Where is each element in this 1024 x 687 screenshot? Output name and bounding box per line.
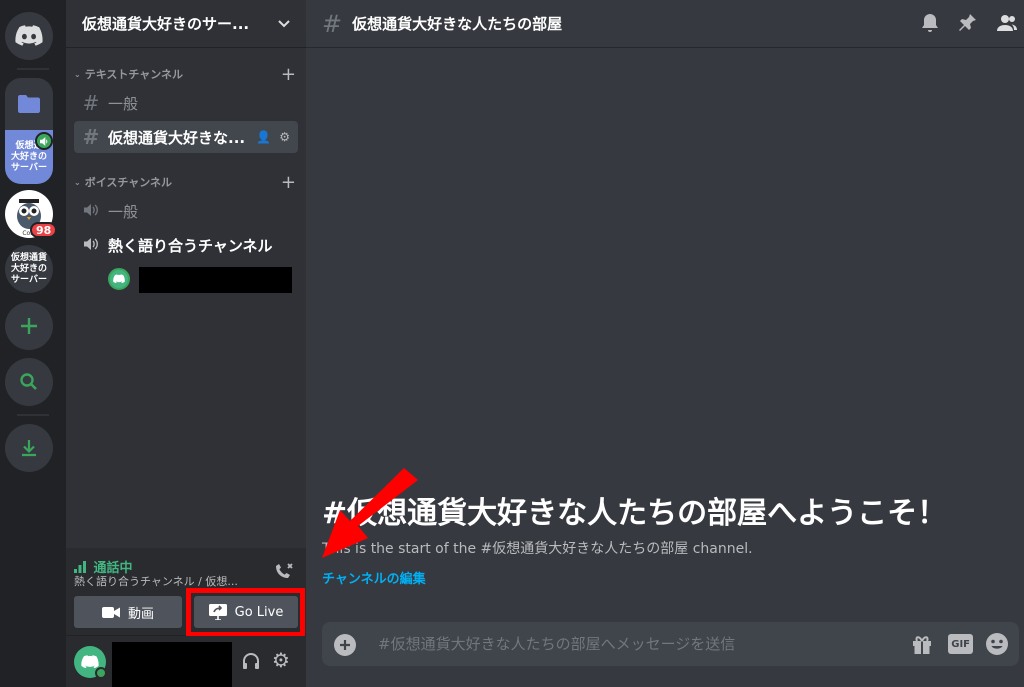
message-composer: GIF bbox=[322, 622, 1019, 666]
chevron-down-icon: ⌄ bbox=[74, 69, 81, 79]
channel-label: 一般 bbox=[108, 94, 139, 113]
server-label-line: サーバー bbox=[11, 162, 47, 173]
highlight-box bbox=[186, 588, 305, 637]
disconnect-button[interactable] bbox=[274, 562, 294, 584]
video-button-label: 動画 bbox=[127, 606, 154, 622]
create-channel-icon[interactable]: + bbox=[281, 172, 296, 193]
avatar bbox=[108, 268, 130, 290]
video-button[interactable]: 動画 bbox=[74, 596, 182, 628]
create-channel-icon[interactable]: + bbox=[281, 64, 296, 85]
hash-icon: # bbox=[82, 91, 100, 115]
server-label-line: サーバー bbox=[11, 274, 47, 285]
speaker-icon bbox=[82, 233, 100, 257]
server-label-line: 大好きの bbox=[10, 263, 47, 274]
red-arrow-annotation bbox=[322, 468, 418, 558]
download-apps-button[interactable] bbox=[5, 424, 53, 472]
call-channel-label[interactable]: 熱く語り合うチャンネル / 仮想... bbox=[74, 573, 264, 589]
channel-label: 仮想通貨大好きな... bbox=[108, 128, 246, 147]
rail-separator bbox=[17, 68, 49, 70]
user-panel: ⚙ bbox=[66, 636, 306, 687]
member-list-icon[interactable] bbox=[996, 12, 1018, 34]
emoji-button[interactable] bbox=[985, 632, 1009, 660]
channel-voice-general[interactable]: 一般 bbox=[74, 195, 298, 227]
pin-icon[interactable] bbox=[958, 12, 978, 34]
category-label: テキストチャンネル bbox=[84, 68, 184, 81]
gear-icon[interactable]: ⚙ bbox=[279, 130, 290, 144]
download-icon bbox=[22, 440, 36, 457]
discord-logo-icon bbox=[81, 655, 99, 669]
discord-logo-icon bbox=[113, 274, 125, 284]
folder-button[interactable] bbox=[5, 78, 53, 130]
channel-text-kasou[interactable]: # 仮想通貨大好きな... 👤 ⚙ bbox=[74, 121, 298, 153]
gear-icon: ⚙ bbox=[272, 648, 290, 672]
channel-voice-atsuku[interactable]: 熱く語り合うチャンネル bbox=[74, 229, 298, 261]
deafen-button[interactable] bbox=[242, 652, 260, 674]
bell-icon[interactable] bbox=[920, 12, 940, 34]
gif-button[interactable]: GIF bbox=[948, 634, 973, 654]
guild-header[interactable]: 仮想通貨大好きのサー... bbox=[66, 0, 306, 48]
server-kasou-2[interactable]: 仮想通貨 大好きの サーバー bbox=[5, 245, 53, 293]
headphones-icon bbox=[243, 653, 259, 669]
channel-text-general[interactable]: # 一般 bbox=[74, 87, 298, 119]
chevron-down-icon: ⌄ bbox=[74, 177, 81, 187]
online-status-dot bbox=[95, 667, 107, 679]
category-label: ボイスチャンネル bbox=[84, 176, 173, 189]
message-input[interactable] bbox=[378, 622, 878, 666]
server-label-line: 仮想通貨 bbox=[10, 252, 47, 263]
invite-icon[interactable]: 👤 bbox=[256, 130, 271, 144]
voice-speaker-badge-icon bbox=[35, 132, 53, 150]
redacted-username bbox=[112, 642, 232, 687]
search-icon bbox=[20, 373, 37, 390]
chat-main: # 仮想通貨大好きな人たちの部屋 #仮想通貨大好きな人たちの部屋へようこそ！ T… bbox=[306, 0, 1024, 687]
category-text[interactable]: ⌄ テキストチャンネル + bbox=[66, 64, 306, 85]
server-label-line: 大好きの bbox=[10, 151, 47, 162]
category-voice[interactable]: ⌄ ボイスチャンネル + bbox=[66, 172, 306, 193]
home-button[interactable] bbox=[5, 12, 53, 60]
channel-label: 熱く語り合うチャンネル bbox=[108, 236, 273, 255]
folder-icon bbox=[18, 95, 40, 113]
explore-servers-button[interactable] bbox=[5, 358, 53, 406]
add-server-button[interactable] bbox=[5, 302, 53, 350]
phone-hangup-icon bbox=[276, 563, 293, 578]
voice-user[interactable] bbox=[106, 265, 296, 293]
plus-icon bbox=[21, 318, 37, 334]
hash-icon: # bbox=[322, 9, 343, 38]
rail-separator bbox=[17, 414, 49, 416]
channel-header: # 仮想通貨大好きな人たちの部屋 bbox=[306, 0, 1024, 48]
channel-label: 一般 bbox=[108, 202, 139, 221]
discord-logo-icon bbox=[15, 25, 43, 46]
edit-channel-link[interactable]: チャンネルの編集 bbox=[322, 568, 426, 587]
channel-title: 仮想通貨大好きな人たちの部屋 bbox=[352, 15, 563, 33]
gift-icon bbox=[913, 636, 931, 654]
redacted-username bbox=[139, 267, 292, 293]
gif-label: GIF bbox=[951, 638, 970, 650]
hash-icon: # bbox=[82, 125, 100, 149]
emoji-smile-icon bbox=[986, 633, 1008, 655]
gift-button[interactable] bbox=[911, 633, 933, 659]
guild-name: 仮想通貨大好きのサー... bbox=[82, 15, 250, 33]
user-settings-button[interactable]: ⚙ bbox=[272, 650, 290, 670]
speaker-icon bbox=[82, 199, 100, 223]
video-camera-icon bbox=[101, 606, 120, 618]
discord-app: 仮想通 大好きの サーバー Coin 98 仮想通貨 大好きの サーバー 仮想通… bbox=[0, 0, 1024, 687]
mention-count-badge: 98 bbox=[30, 222, 58, 238]
channel-sidebar: 仮想通貨大好きのサー... ⌄ テキストチャンネル + # 一般 # 仮想通貨大… bbox=[66, 0, 306, 687]
upload-button[interactable] bbox=[334, 634, 356, 656]
chevron-down-icon bbox=[278, 19, 290, 27]
server-rail: 仮想通 大好きの サーバー Coin 98 仮想通貨 大好きの サーバー bbox=[0, 0, 66, 687]
plus-icon bbox=[340, 640, 350, 650]
